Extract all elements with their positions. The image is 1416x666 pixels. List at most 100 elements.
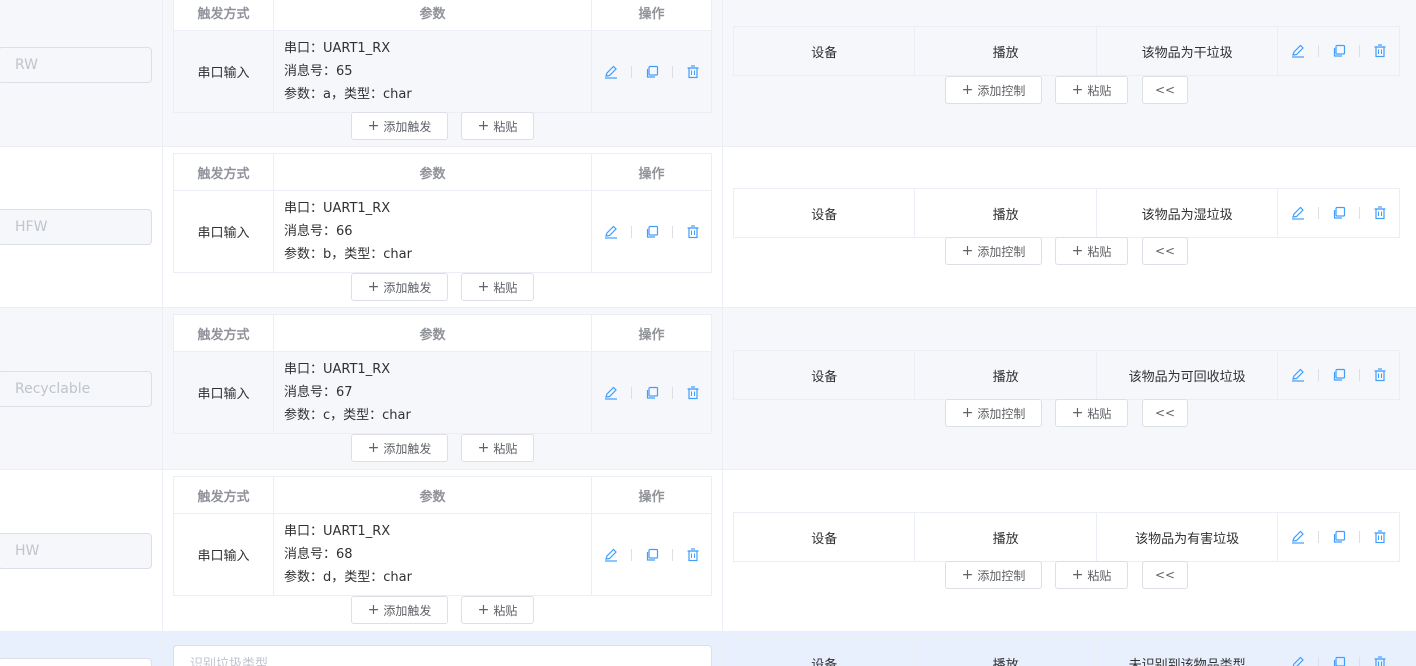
trigger-ops (592, 514, 711, 595)
add-trigger-button[interactable]: + 添加触发 (351, 273, 448, 301)
control-text: 该物品为有害垃圾 (1097, 513, 1279, 561)
control-device: 设备 (734, 639, 916, 666)
trigger-row: 串口输入 串口：UART1_RX 消息号：66 参数：b，类型：char (174, 191, 711, 272)
param-arg: 参数：a，类型：char (284, 87, 412, 102)
rule-name-input[interactable]: RW (0, 47, 152, 83)
control-device: 设备 (734, 189, 916, 237)
edit-icon[interactable] (1288, 653, 1308, 666)
copy-icon[interactable] (642, 62, 662, 82)
rule-name-cell: Recyclable (0, 308, 163, 469)
trigger-row: 串口输入 串口：UART1_RX 消息号：67 参数：c，类型：char (174, 352, 711, 433)
control-table: 设备 播放 该物品为有害垃圾 (733, 512, 1400, 562)
add-control-button[interactable]: + 添加控制 (945, 76, 1042, 104)
trigger-cell: 识别垃圾类型 (163, 632, 723, 666)
header-trigger-type: 触发方式 (174, 477, 274, 513)
copy-icon[interactable] (1329, 41, 1349, 61)
trigger-type: 串口输入 (174, 514, 274, 595)
copy-icon[interactable] (1329, 365, 1349, 385)
rule-name-cell (0, 632, 163, 666)
copy-icon[interactable] (642, 222, 662, 242)
delete-icon[interactable] (1370, 527, 1390, 547)
collapse-button[interactable]: << (1142, 399, 1188, 427)
control-cell: 设备 播放 该物品为可回收垃圾 + 添加控制 + 粘贴 << (723, 308, 1416, 469)
paste-control-button[interactable]: + 粘贴 (1055, 76, 1128, 104)
trigger-table: 触发方式 参数 操作 串口输入 串口：UART1_RX 消息号：65 参数：a，… (173, 0, 712, 113)
trigger-params: 串口：UART1_RX 消息号：67 参数：c，类型：char (274, 352, 592, 433)
rule-name-input[interactable] (0, 658, 152, 666)
add-trigger-button[interactable]: + 添加触发 (351, 434, 448, 462)
paste-control-button[interactable]: + 粘贴 (1055, 399, 1128, 427)
trigger-table: 触发方式 参数 操作 串口输入 串口：UART1_RX 消息号：67 参数：c，… (173, 314, 712, 434)
trigger-cell: 触发方式 参数 操作 串口输入 串口：UART1_RX 消息号：67 参数：c，… (163, 308, 723, 469)
rule-name-input[interactable]: HW (0, 533, 152, 569)
delete-icon[interactable] (683, 545, 703, 565)
copy-icon[interactable] (642, 545, 662, 565)
rule-name-input[interactable]: Recyclable (0, 371, 152, 407)
paste-trigger-button[interactable]: + 粘贴 (461, 434, 534, 462)
trigger-row: 串口输入 串口：UART1_RX 消息号：68 参数：d，类型：char (174, 514, 711, 595)
header-ops: 操作 (638, 6, 665, 22)
paste-control-button[interactable]: + 粘贴 (1055, 237, 1128, 265)
delete-icon[interactable] (1370, 203, 1390, 223)
param-msg: 消息号：65 (284, 64, 353, 79)
delete-icon[interactable] (1370, 365, 1390, 385)
header-params: 参数 (274, 477, 592, 513)
edit-icon[interactable] (601, 383, 621, 403)
delete-icon[interactable] (683, 222, 703, 242)
param-port: 串口：UART1_RX (284, 362, 391, 377)
add-trigger-button[interactable]: + 添加触发 (351, 596, 448, 624)
rule-row: HW 触发方式 参数 操作 串口输入 串口：UART1_RX 消息号：68 参数… (0, 470, 1416, 632)
delete-icon[interactable] (1370, 41, 1390, 61)
edit-icon[interactable] (1288, 527, 1308, 547)
edit-icon[interactable] (1288, 203, 1308, 223)
add-trigger-button[interactable]: + 添加触发 (351, 112, 448, 140)
edit-icon[interactable] (601, 222, 621, 242)
plus-icon: + (367, 602, 380, 618)
plus-icon: + (961, 405, 974, 421)
add-control-button[interactable]: + 添加控制 (945, 561, 1042, 589)
collapse-button[interactable]: << (1142, 76, 1188, 104)
control-table: 设备 播放 该物品为可回收垃圾 (733, 350, 1400, 400)
header-trigger-type: 触发方式 (174, 154, 274, 190)
add-control-button[interactable]: + 添加控制 (945, 237, 1042, 265)
control-cell: 设备 播放 该物品为干垃圾 + 添加控制 + 粘贴 << (723, 0, 1416, 146)
param-arg: 参数：b，类型：char (284, 247, 412, 262)
collapse-button[interactable]: << (1142, 561, 1188, 589)
copy-icon[interactable] (1329, 653, 1349, 666)
edit-icon[interactable] (601, 545, 621, 565)
paste-control-button[interactable]: + 粘贴 (1055, 561, 1128, 589)
delete-icon[interactable] (683, 383, 703, 403)
collapse-button[interactable]: << (1142, 237, 1188, 265)
edit-icon[interactable] (1288, 41, 1308, 61)
delete-icon[interactable] (1370, 653, 1390, 666)
copy-icon[interactable] (1329, 203, 1349, 223)
trigger-table-header: 触发方式 参数 操作 (174, 0, 711, 31)
delete-icon[interactable] (683, 62, 703, 82)
plus-icon: + (477, 279, 490, 295)
copy-icon[interactable] (642, 383, 662, 403)
control-text: 该物品为湿垃圾 (1097, 189, 1279, 237)
add-control-button[interactable]: + 添加控制 (945, 399, 1042, 427)
plus-icon: + (367, 440, 380, 456)
trigger-row: 串口输入 串口：UART1_RX 消息号：65 参数：a，类型：char (174, 31, 711, 112)
control-cell: 设备 播放 该物品为有害垃圾 + 添加控制 + 粘贴 << (723, 470, 1416, 631)
control-device: 设备 (734, 513, 916, 561)
trigger-table-header: 触发方式 参数 操作 (174, 477, 711, 514)
edit-icon[interactable] (601, 62, 621, 82)
control-cell: 设备 播放 该物品为湿垃圾 + 添加控制 + 粘贴 << (723, 147, 1416, 307)
trigger-ops (592, 191, 711, 272)
control-play: 播放 (915, 189, 1097, 237)
header-trigger-type: 触发方式 (174, 315, 274, 351)
control-play: 播放 (915, 639, 1097, 666)
paste-trigger-button[interactable]: + 粘贴 (461, 112, 534, 140)
plus-icon: + (1071, 243, 1084, 259)
edit-icon[interactable] (1288, 365, 1308, 385)
rule-row: Recyclable 触发方式 参数 操作 串口输入 串口：UART1_RX 消… (0, 308, 1416, 470)
rule-name-input[interactable]: HFW (0, 209, 152, 245)
trigger-type-input[interactable]: 识别垃圾类型 (173, 645, 712, 666)
paste-trigger-button[interactable]: + 粘贴 (461, 596, 534, 624)
plus-icon: + (477, 118, 490, 134)
plus-icon: + (367, 279, 380, 295)
paste-trigger-button[interactable]: + 粘贴 (461, 273, 534, 301)
copy-icon[interactable] (1329, 527, 1349, 547)
